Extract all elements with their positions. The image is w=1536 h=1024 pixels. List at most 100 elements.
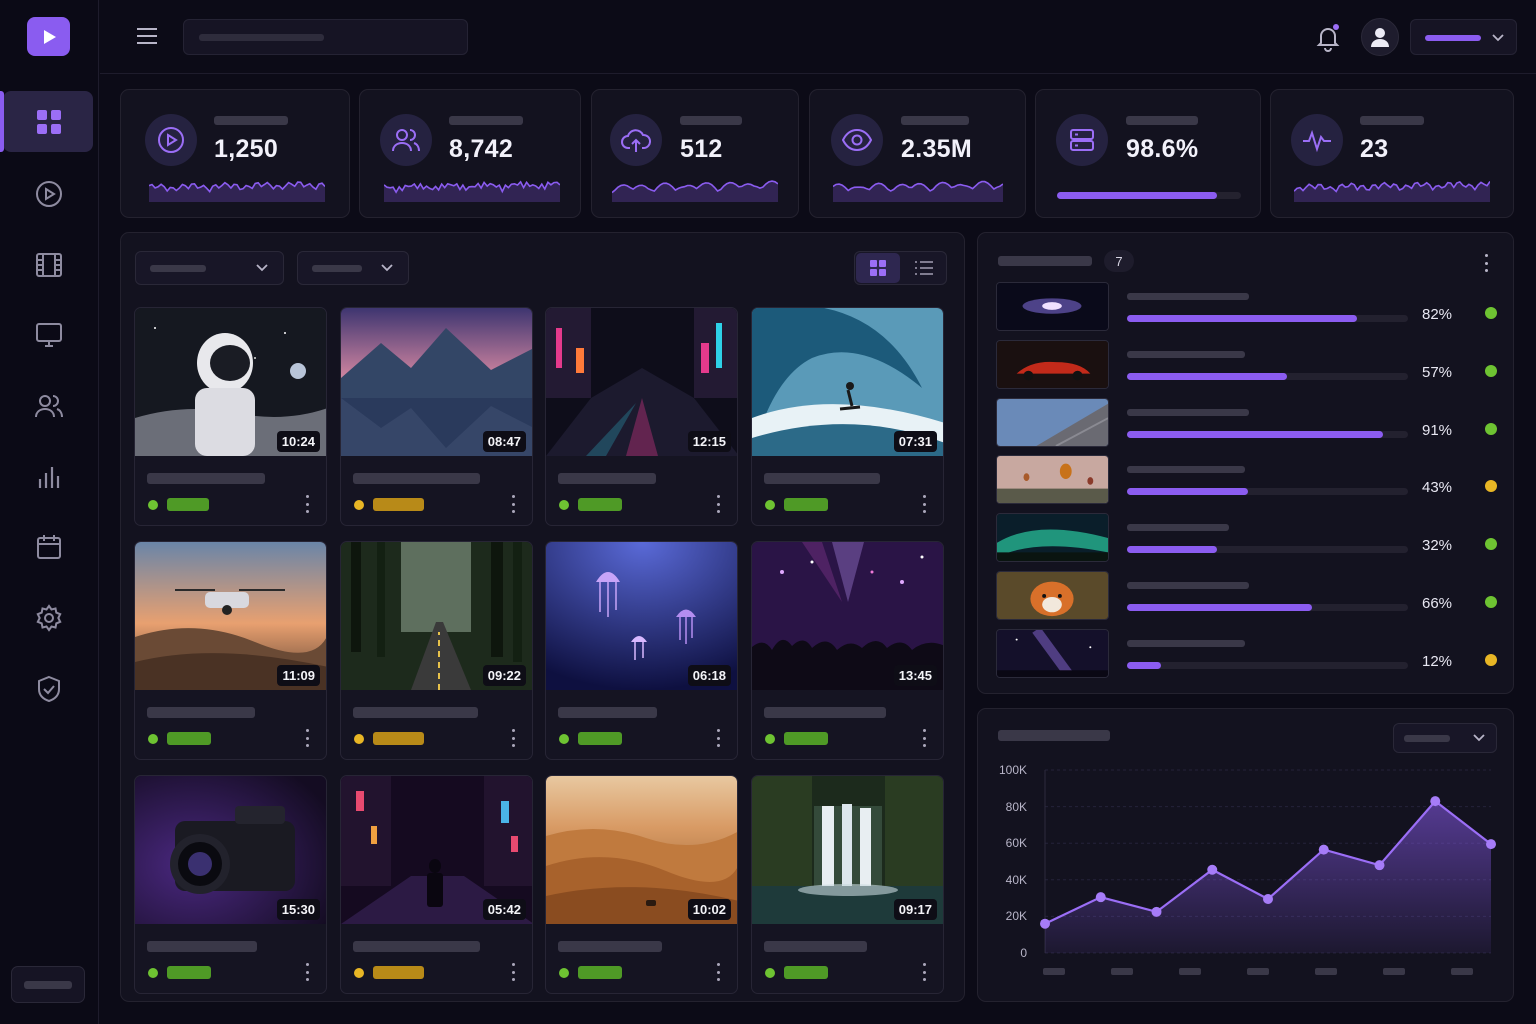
account-dropdown[interactable]	[1410, 19, 1517, 55]
stat-label	[901, 116, 969, 125]
video-menu-button[interactable]	[711, 493, 725, 515]
video-card[interactable]: 09:22	[340, 541, 533, 760]
grid-view-button[interactable]	[856, 253, 900, 283]
kebab-dot	[305, 502, 309, 506]
nav-security[interactable]	[26, 666, 72, 712]
chart-point[interactable]	[1374, 860, 1385, 871]
top-video-row[interactable]: 66%	[996, 571, 1512, 620]
video-card[interactable]: 05:42	[340, 775, 533, 994]
video-menu-button[interactable]	[506, 493, 520, 515]
chart-point[interactable]	[1095, 892, 1106, 903]
kebab-dot	[511, 744, 515, 747]
account-name	[1425, 35, 1481, 41]
panel-menu-button[interactable]	[1480, 252, 1492, 274]
server-icon	[1070, 129, 1094, 151]
chevron-down-icon	[381, 264, 393, 272]
gear-icon	[36, 604, 62, 632]
progress-track	[1127, 661, 1408, 669]
chart-point[interactable]	[1040, 918, 1050, 929]
video-menu-button[interactable]	[300, 727, 314, 749]
chart-point[interactable]	[1263, 894, 1273, 905]
kebab-dot	[922, 744, 926, 747]
video-card[interactable]: 13:45	[751, 541, 944, 760]
nav-films[interactable]	[26, 242, 72, 288]
video-card[interactable]: 09:17	[751, 775, 944, 994]
search-input[interactable]	[183, 19, 468, 55]
top-video-title	[1127, 293, 1249, 300]
video-menu-button[interactable]	[711, 961, 725, 983]
top-video-row[interactable]: 32%	[996, 513, 1512, 563]
nav-dashboard[interactable]	[26, 99, 72, 145]
progress-fill	[1127, 661, 1161, 669]
x-tick-label	[1111, 968, 1133, 975]
filter-dropdown-2[interactable]	[297, 251, 409, 285]
menu-toggle[interactable]	[136, 26, 158, 51]
filter-dropdown-1[interactable]	[135, 251, 284, 285]
percent-label: 91%	[1422, 421, 1453, 439]
play-circle-icon	[158, 127, 184, 153]
kebab-dot	[922, 970, 926, 974]
top-video-row[interactable]: 57%	[996, 339, 1512, 389]
notifications-button[interactable]	[1314, 24, 1342, 57]
nav-users[interactable]	[26, 383, 72, 429]
status-dot	[559, 734, 569, 744]
grid-icon	[870, 260, 886, 276]
kebab-dot	[922, 736, 926, 740]
sparkline-area	[612, 181, 778, 202]
video-menu-button[interactable]	[917, 727, 931, 749]
panel-title	[998, 256, 1092, 266]
video-card[interactable]: 07:31	[751, 307, 944, 526]
nav-calendar[interactable]	[26, 524, 72, 570]
status-pill	[578, 732, 622, 745]
chart-point[interactable]	[1430, 796, 1441, 807]
chart-point[interactable]	[1151, 906, 1162, 917]
video-card[interactable]: 15:30	[134, 775, 327, 994]
top-video-title	[1127, 524, 1229, 532]
progress-track	[1127, 604, 1408, 611]
video-card[interactable]: 12:15	[545, 307, 738, 526]
kebab-dot	[511, 502, 515, 506]
status-pill	[578, 966, 622, 979]
top-video-row[interactable]: 91%	[996, 397, 1512, 447]
top-video-row[interactable]: 82%	[996, 282, 1512, 331]
users-icon	[392, 129, 420, 152]
kebab-dot	[922, 495, 926, 498]
chart-point[interactable]	[1318, 844, 1329, 855]
percent-label: 57%	[1422, 363, 1453, 381]
video-menu-button[interactable]	[300, 493, 314, 515]
video-menu-button[interactable]	[506, 961, 520, 983]
calendar-icon	[37, 535, 61, 559]
x-tick-label	[1383, 968, 1405, 975]
top-video-thumbnail	[996, 339, 1109, 389]
sidebar-footer-button[interactable]	[11, 966, 85, 1003]
video-card[interactable]: 11:09	[134, 541, 327, 760]
video-card[interactable]: 06:18	[545, 541, 738, 760]
list-view-button[interactable]	[902, 253, 946, 283]
sidebar-footer-label	[24, 980, 72, 989]
top-video-row[interactable]: 12%	[996, 628, 1512, 678]
status-dot	[559, 500, 569, 510]
video-card[interactable]: 10:24	[134, 307, 327, 526]
avatar[interactable]	[1361, 18, 1399, 56]
top-video-row[interactable]: 43%	[996, 455, 1512, 505]
app-logo[interactable]	[27, 17, 70, 56]
video-menu-button[interactable]	[917, 493, 931, 515]
nav-analytics[interactable]	[26, 454, 72, 500]
video-menu-button[interactable]	[300, 961, 314, 983]
kebab-dot	[716, 736, 720, 740]
chart-point[interactable]	[1486, 839, 1496, 850]
video-menu-button[interactable]	[711, 727, 725, 749]
monitor-icon	[36, 323, 62, 347]
kebab-dot	[305, 510, 309, 513]
video-menu-button[interactable]	[917, 961, 931, 983]
video-card[interactable]: 08:47	[340, 307, 533, 526]
video-menu-button[interactable]	[506, 727, 520, 749]
video-card[interactable]: 10:02	[545, 775, 738, 994]
video-title	[147, 707, 255, 718]
nav-settings[interactable]	[26, 595, 72, 641]
chart-point[interactable]	[1207, 864, 1218, 875]
nav-monitor[interactable]	[26, 312, 72, 358]
top-video-thumbnail	[996, 628, 1109, 678]
nav-videos[interactable]	[26, 171, 72, 217]
kebab-dot	[305, 978, 309, 981]
